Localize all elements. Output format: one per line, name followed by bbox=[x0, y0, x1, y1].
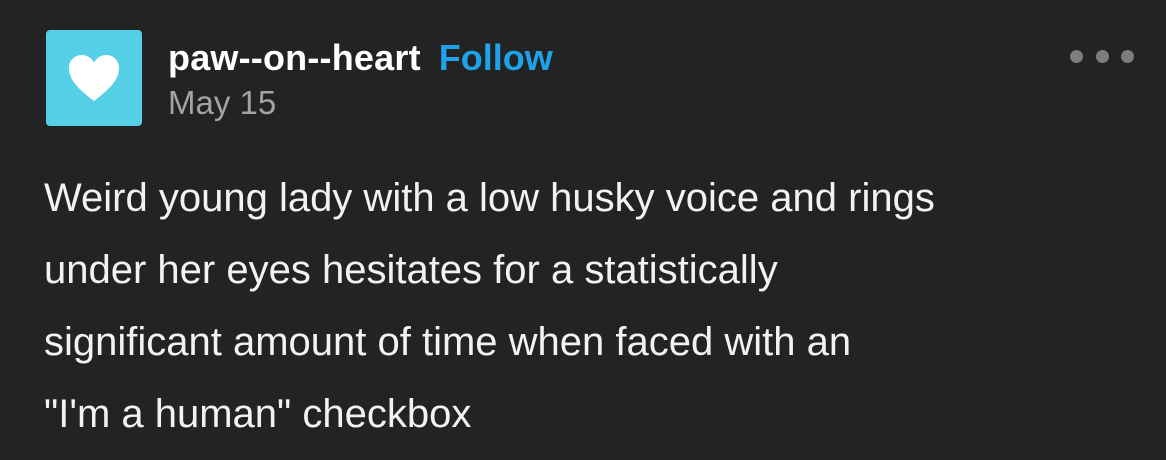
post-body: Weird young lady with a low husky voice … bbox=[44, 162, 1144, 450]
post-body-line: Weird young lady with a low husky voice … bbox=[44, 176, 935, 220]
heart-icon bbox=[69, 55, 119, 101]
username-link[interactable]: paw--on--heart bbox=[168, 37, 421, 79]
post-body-line: "I'm a human" checkbox bbox=[44, 392, 472, 436]
follow-button[interactable]: Follow bbox=[439, 37, 553, 79]
more-dot bbox=[1070, 49, 1083, 63]
more-options-icon[interactable] bbox=[1070, 40, 1134, 72]
post-card: paw--on--heart Follow May 15 Weird young… bbox=[0, 0, 1166, 460]
more-dot bbox=[1095, 49, 1109, 63]
post-date: May 15 bbox=[168, 84, 277, 121]
post-body-line: significant amount of time when faced wi… bbox=[44, 320, 852, 364]
more-dot bbox=[1121, 49, 1134, 63]
avatar[interactable] bbox=[46, 30, 142, 126]
post-header: paw--on--heart Follow bbox=[168, 34, 553, 82]
post-body-line: under her eyes hesitates for a statistic… bbox=[44, 248, 778, 292]
